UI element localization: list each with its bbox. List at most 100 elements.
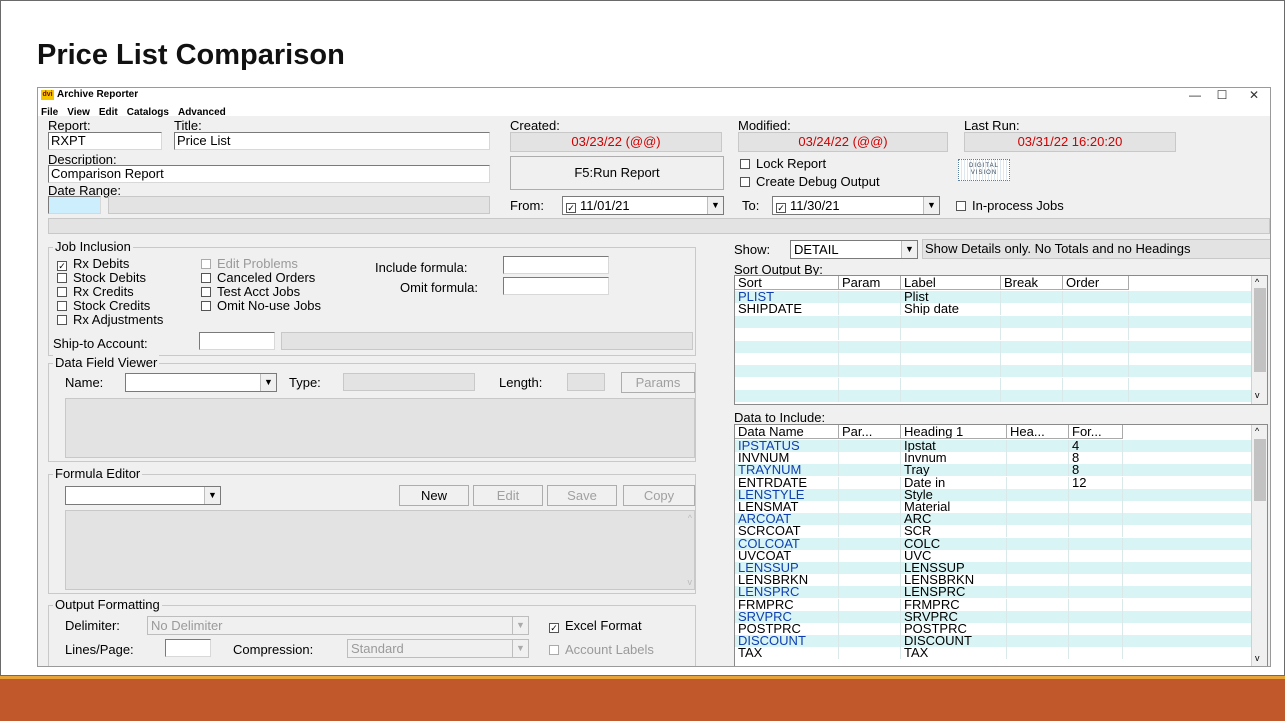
hea-col-header[interactable]: Hea... bbox=[1007, 425, 1069, 439]
formula-text-area[interactable]: ^ v bbox=[65, 510, 695, 590]
sort-col-header[interactable]: Sort bbox=[735, 276, 839, 290]
include-formula-input[interactable] bbox=[503, 256, 609, 274]
for-col-header[interactable]: For... bbox=[1069, 425, 1123, 439]
data-row[interactable]: LENSPRC LENSPRC bbox=[735, 586, 1251, 599]
canceled-orders-checkbox[interactable]: Canceled Orders bbox=[201, 270, 315, 285]
chevron-down-icon[interactable]: ▼ bbox=[901, 241, 917, 258]
chevron-down-icon[interactable]: v bbox=[1255, 390, 1260, 400]
from-date-picker[interactable]: ✓ 11/01/21 ▼ bbox=[562, 196, 724, 215]
sort-row[interactable] bbox=[735, 365, 1251, 378]
sort-row[interactable] bbox=[735, 328, 1251, 341]
close-button[interactable]: ✕ bbox=[1242, 88, 1266, 102]
menu-view[interactable]: View bbox=[67, 107, 90, 118]
scrollbar-thumb[interactable] bbox=[1254, 439, 1266, 501]
to-date-picker[interactable]: ✓ 11/30/21 ▼ bbox=[772, 196, 940, 215]
params-button[interactable]: Params bbox=[621, 372, 695, 393]
inprocess-jobs-checkbox[interactable]: In-process Jobs bbox=[956, 198, 1064, 213]
chevron-up-icon[interactable]: ^ bbox=[1255, 426, 1259, 436]
created-value: 03/23/22 (@@) bbox=[510, 132, 722, 152]
heading1-col-header[interactable]: Heading 1 bbox=[901, 425, 1007, 439]
date-range-input[interactable] bbox=[48, 196, 101, 214]
sort-row[interactable]: SHIPDATE Ship date bbox=[735, 303, 1251, 316]
excel-format-checkbox[interactable]: ✓ Excel Format bbox=[549, 618, 642, 633]
data-row[interactable]: LENSBRKN LENSBRKN bbox=[735, 574, 1251, 587]
report-input[interactable]: RXPT bbox=[48, 132, 162, 150]
data-row[interactable]: IPSTATUS Ipstat 4 bbox=[735, 440, 1251, 452]
sort-row[interactable]: PLIST Plist bbox=[735, 291, 1251, 303]
debug-output-checkbox[interactable]: Create Debug Output bbox=[740, 174, 880, 189]
break-col-header[interactable]: Break bbox=[1001, 276, 1063, 290]
description-input[interactable]: Comparison Report bbox=[48, 165, 490, 183]
compression-select[interactable]: Standard ▼ bbox=[347, 639, 529, 658]
rx-debits-checkbox[interactable]: ✓ Rx Debits bbox=[57, 256, 129, 271]
data-row[interactable]: LENSTYLE Style bbox=[735, 488, 1251, 501]
data-row[interactable]: SCRCOAT SCR bbox=[735, 525, 1251, 538]
sort-scrollbar[interactable]: ^ v bbox=[1251, 276, 1267, 404]
menu-edit[interactable]: Edit bbox=[99, 107, 118, 118]
formula-select[interactable]: ▼ bbox=[65, 486, 221, 505]
rx-adjustments-checkbox[interactable]: Rx Adjustments bbox=[57, 312, 163, 327]
lock-report-checkbox[interactable]: Lock Report bbox=[740, 156, 826, 171]
new-formula-button[interactable]: New bbox=[399, 485, 469, 506]
data-row[interactable]: DISCOUNT DISCOUNT bbox=[735, 635, 1251, 648]
stock-credits-checkbox[interactable]: Stock Credits bbox=[57, 298, 150, 313]
sort-row[interactable] bbox=[735, 377, 1251, 390]
menu-advanced[interactable]: Advanced bbox=[178, 107, 226, 118]
data-row[interactable]: LENSSUP LENSSUP bbox=[735, 562, 1251, 574]
omit-formula-input[interactable] bbox=[503, 277, 609, 295]
menu-file[interactable]: File bbox=[41, 107, 58, 118]
chevron-up-icon[interactable]: ^ bbox=[1255, 277, 1259, 287]
chevron-down-icon[interactable]: ▼ bbox=[512, 617, 528, 634]
data-row[interactable]: POSTPRC POSTPRC bbox=[735, 623, 1251, 635]
chevron-down-icon[interactable]: ▼ bbox=[512, 640, 528, 657]
data-name-col-header[interactable]: Data Name bbox=[735, 425, 839, 439]
par-col-header[interactable]: Par... bbox=[839, 425, 901, 439]
data-row[interactable]: TAX TAX bbox=[735, 647, 1251, 660]
minimize-button[interactable]: — bbox=[1183, 88, 1207, 102]
show-select[interactable]: DETAIL ▼ bbox=[790, 240, 918, 259]
name-select[interactable]: ▼ bbox=[125, 373, 277, 392]
lines-page-input[interactable] bbox=[165, 639, 211, 657]
rx-credits-checkbox[interactable]: Rx Credits bbox=[57, 284, 134, 299]
data-row[interactable]: UVCOAT UVC bbox=[735, 549, 1251, 562]
data-row[interactable]: SRVPRC SRVPRC bbox=[735, 610, 1251, 623]
chevron-down-icon[interactable]: ▼ bbox=[923, 197, 939, 214]
copy-formula-button[interactable]: Copy bbox=[623, 485, 695, 506]
sort-cell bbox=[901, 340, 1001, 353]
data-scrollbar[interactable]: ^ v bbox=[1251, 425, 1267, 666]
test-acct-jobs-checkbox[interactable]: Test Acct Jobs bbox=[201, 284, 300, 299]
scrollbar-thumb[interactable] bbox=[1254, 288, 1266, 372]
delimiter-select[interactable]: No Delimiter ▼ bbox=[147, 616, 529, 635]
data-cell bbox=[839, 586, 901, 599]
param-col-header[interactable]: Param bbox=[839, 276, 901, 290]
edit-formula-button[interactable]: Edit bbox=[473, 485, 543, 506]
data-row[interactable]: LENSMAT Material bbox=[735, 501, 1251, 513]
data-row[interactable]: COLCOAT COLC bbox=[735, 537, 1251, 550]
chevron-down-icon[interactable]: ▼ bbox=[204, 487, 220, 504]
sort-row[interactable] bbox=[735, 340, 1251, 353]
sort-row[interactable] bbox=[735, 315, 1251, 328]
data-row[interactable]: FRMPRC FRMPRC bbox=[735, 598, 1251, 611]
sort-output-grid[interactable]: Sort Param Label Break Order PLIST Plist S… bbox=[734, 275, 1268, 405]
chevron-down-icon[interactable]: ▼ bbox=[707, 197, 723, 214]
chevron-down-icon[interactable]: ▼ bbox=[260, 374, 276, 391]
sort-row[interactable] bbox=[735, 390, 1251, 403]
data-include-grid[interactable]: Data Name Par... Heading 1 Hea... For...… bbox=[734, 424, 1268, 666]
sort-row[interactable] bbox=[735, 353, 1251, 365]
menu-catalogs[interactable]: Catalogs bbox=[127, 107, 169, 118]
data-row[interactable]: TRAYNUM Tray 8 bbox=[735, 464, 1251, 477]
title-input[interactable]: Price List bbox=[174, 132, 490, 150]
run-report-button[interactable]: F5:Run Report bbox=[510, 156, 724, 190]
shipto-account-input[interactable] bbox=[199, 332, 275, 350]
data-row[interactable]: INVNUM Invnum 8 bbox=[735, 452, 1251, 465]
chevron-down-icon[interactable]: v bbox=[1255, 653, 1260, 663]
data-row[interactable]: ENTRDATE Date in 12 bbox=[735, 476, 1251, 489]
maximize-button[interactable]: ☐ bbox=[1210, 88, 1234, 102]
stock-debits-checkbox[interactable]: Stock Debits bbox=[57, 270, 146, 285]
label-col-header[interactable]: Label bbox=[901, 276, 1001, 290]
sort-cell bbox=[839, 390, 901, 403]
save-formula-button[interactable]: Save bbox=[547, 485, 617, 506]
data-row[interactable]: ARCOAT ARC bbox=[735, 513, 1251, 526]
omit-no-use-jobs-checkbox[interactable]: Omit No-use Jobs bbox=[201, 298, 321, 313]
order-col-header[interactable]: Order bbox=[1063, 276, 1129, 290]
